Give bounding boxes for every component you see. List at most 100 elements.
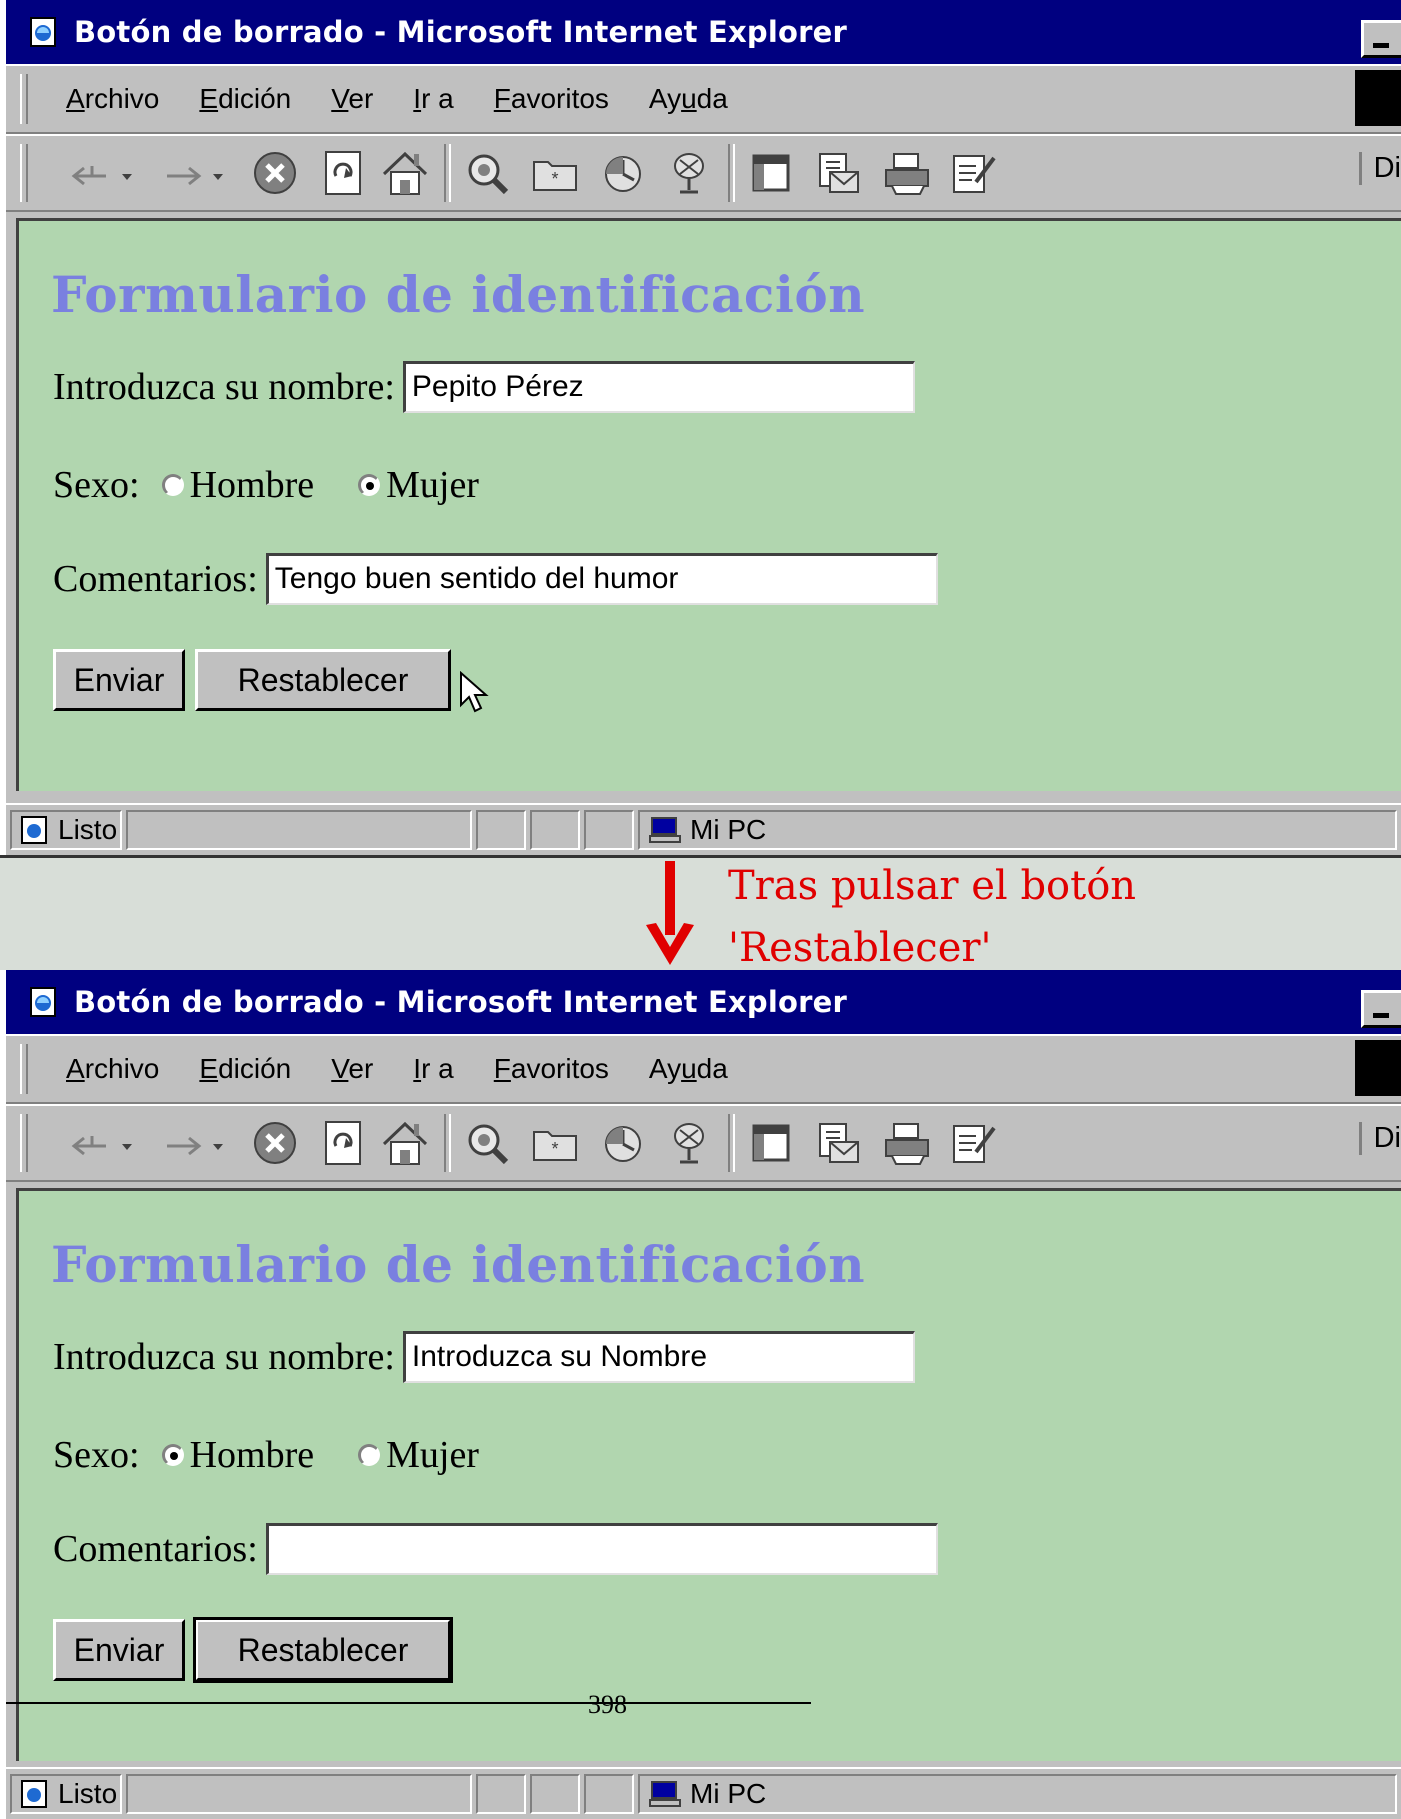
radio-hombre[interactable] — [161, 474, 184, 496]
reset-button[interactable]: Restablecer — [193, 1617, 453, 1683]
menu-ir-a[interactable]: Ir a — [413, 83, 453, 115]
menu-grip[interactable] — [20, 1044, 28, 1094]
history-icon[interactable] — [596, 146, 650, 200]
menu-ir-a[interactable]: Ir a — [413, 1053, 453, 1085]
comments-row: Comentarios: Tengo buen sentido del humo… — [53, 553, 938, 605]
comments-label: Comentarios: — [53, 558, 258, 600]
search-icon[interactable] — [460, 146, 514, 200]
radio-mujer[interactable] — [358, 1444, 381, 1466]
browser-window-before: Botón de borrado - Microsoft Internet Ex… — [6, 0, 1401, 855]
ie-page-icon — [21, 1780, 47, 1808]
home-icon[interactable] — [378, 1116, 432, 1170]
down-arrow-icon — [646, 861, 694, 965]
name-input[interactable]: Pepito Pérez — [402, 361, 915, 413]
name-label: Introduzca su nombre: — [53, 366, 395, 408]
page-content: Formulario de identificación Introduzca … — [16, 1188, 1401, 1761]
status-bar: Listo Mi PC — [6, 803, 1401, 855]
favorites-folder-icon[interactable]: * — [528, 1116, 582, 1170]
menu-edicion[interactable]: Edición — [199, 83, 291, 115]
title-bar: Botón de borrado - Microsoft Internet Ex… — [6, 0, 1401, 64]
annotation-area: Tras pulsar el botón 'Restablecer' — [0, 855, 1401, 971]
reset-button[interactable]: Restablecer — [195, 649, 451, 711]
toolbar-grip[interactable] — [20, 144, 28, 202]
radio-hombre-label: Hombre — [189, 464, 315, 506]
page-title: Formulario de identificación — [51, 265, 866, 324]
favorites-folder-icon[interactable]: * — [528, 146, 582, 200]
radio-hombre-label: Hombre — [189, 1434, 315, 1476]
toolbar-grip[interactable] — [20, 1114, 28, 1172]
buttons-row: Enviar Restablecer — [53, 1617, 453, 1683]
print-icon[interactable] — [880, 1116, 934, 1170]
name-row: Introduzca su nombre: Pepito Pérez — [53, 361, 915, 413]
menu-favoritos[interactable]: Favoritos — [494, 1053, 609, 1085]
channels-icon[interactable] — [662, 146, 716, 200]
search-icon[interactable] — [460, 1116, 514, 1170]
mail-icon[interactable] — [812, 146, 866, 200]
refresh-icon[interactable] — [316, 1116, 370, 1170]
forward-arrow-icon[interactable] — [161, 146, 241, 200]
menu-grip[interactable] — [20, 74, 28, 124]
radio-mujer-label: Mujer — [386, 464, 479, 506]
mouse-cursor-icon — [460, 671, 489, 713]
status-pane — [530, 810, 580, 850]
menu-archivo[interactable]: Archivo — [66, 1053, 159, 1085]
home-icon[interactable] — [378, 146, 432, 200]
annotation-text: Tras pulsar el botón 'Restablecer' — [728, 855, 1136, 979]
computer-icon — [649, 817, 681, 843]
sex-label: Sexo: — [53, 464, 140, 506]
zone-cell: Mi PC — [638, 810, 1397, 850]
menu-ayuda[interactable]: Ayuda — [649, 1053, 728, 1085]
history-icon[interactable] — [596, 1116, 650, 1170]
browser-window-after: Botón de borrado - Microsoft Internet Ex… — [6, 970, 1401, 1819]
edit-icon[interactable] — [946, 146, 1000, 200]
print-icon[interactable] — [880, 146, 934, 200]
status-bar: Listo Mi PC — [6, 1767, 1401, 1819]
ie-page-icon — [30, 17, 56, 47]
menu-edicion[interactable]: Edición — [199, 1053, 291, 1085]
menu-archivo[interactable]: Archivo — [66, 83, 159, 115]
menu-bar: Archivo Edición Ver Ir a Favoritos Ayuda — [6, 64, 1401, 134]
forward-arrow-icon[interactable] — [161, 1116, 241, 1170]
address-label: Di — [1358, 1122, 1401, 1155]
toolbar-separator — [728, 144, 735, 202]
edit-icon[interactable] — [946, 1116, 1000, 1170]
name-row: Introduzca su nombre: Introduzca su Nomb… — [53, 1331, 915, 1383]
comments-input[interactable] — [265, 1523, 938, 1575]
buttons-row: Enviar Restablecer — [53, 649, 489, 713]
sex-row: Sexo: Hombre Mujer — [53, 1433, 479, 1477]
comments-input[interactable]: Tengo buen sentido del humor — [265, 553, 938, 605]
menu-ayuda[interactable]: Ayuda — [649, 83, 728, 115]
status-pane — [530, 1774, 580, 1814]
stop-icon[interactable] — [248, 1116, 302, 1170]
status-pane — [126, 810, 472, 850]
radio-mujer[interactable] — [358, 474, 381, 496]
menu-ver[interactable]: Ver — [331, 83, 373, 115]
status-pane — [476, 1774, 526, 1814]
ie-page-icon — [21, 816, 47, 844]
mail-icon[interactable] — [812, 1116, 866, 1170]
throbber — [1355, 70, 1401, 126]
back-arrow-icon[interactable] — [66, 1116, 146, 1170]
toolbar: * Di — [6, 134, 1401, 212]
toolbar-separator — [444, 1114, 451, 1172]
minimize-button[interactable] — [1361, 20, 1401, 58]
radio-hombre[interactable] — [161, 1444, 184, 1466]
menu-favoritos[interactable]: Favoritos — [494, 83, 609, 115]
submit-button[interactable]: Enviar — [53, 649, 185, 711]
page-title: Formulario de identificación — [51, 1235, 866, 1294]
name-input[interactable]: Introduzca su Nombre — [402, 1331, 915, 1383]
footer-rule — [6, 1702, 811, 1704]
submit-button[interactable]: Enviar — [53, 1619, 185, 1681]
refresh-icon[interactable] — [316, 146, 370, 200]
minimize-button[interactable] — [1361, 990, 1401, 1028]
fullscreen-icon[interactable] — [744, 146, 798, 200]
title-bar: Botón de borrado - Microsoft Internet Ex… — [6, 970, 1401, 1034]
sex-row: Sexo: Hombre Mujer — [53, 463, 479, 507]
fullscreen-icon[interactable] — [744, 1116, 798, 1170]
toolbar: * Di — [6, 1104, 1401, 1182]
divider — [0, 855, 1401, 858]
channels-icon[interactable] — [662, 1116, 716, 1170]
stop-icon[interactable] — [248, 146, 302, 200]
menu-ver[interactable]: Ver — [331, 1053, 373, 1085]
back-arrow-icon[interactable] — [66, 146, 146, 200]
